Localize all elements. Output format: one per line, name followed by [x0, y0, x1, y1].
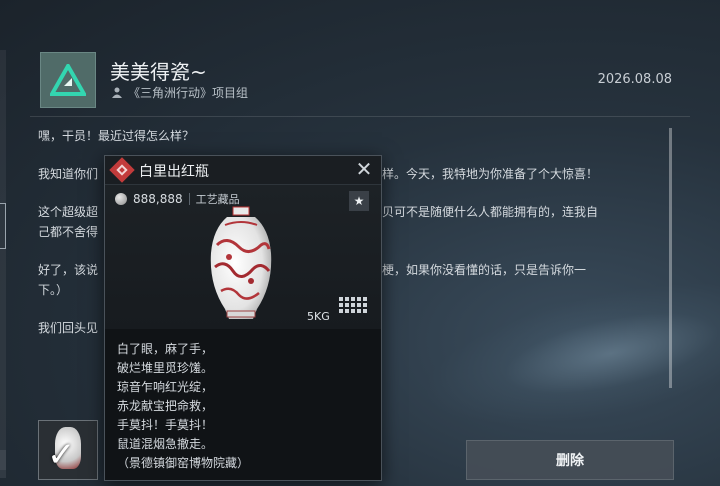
poem-line: 手莫抖！手莫抖！ — [117, 418, 214, 432]
poem-line: （景德镇御窑博物院藏） — [117, 456, 250, 470]
item-size-grid-icon — [339, 297, 367, 313]
delete-button[interactable]: 删除 — [466, 440, 674, 480]
mail-sender: 《三角洲行动》项目组 — [112, 84, 248, 101]
left-side-tab[interactable] — [0, 450, 6, 478]
checkmark-icon: ✓ — [47, 435, 76, 475]
coin-icon — [115, 193, 127, 205]
vase-image — [210, 206, 272, 319]
left-selection-marker[interactable] — [0, 203, 6, 249]
left-side-strip — [0, 50, 6, 470]
poem-line: 鼠道混烟急撤走。 — [117, 437, 214, 451]
person-icon — [112, 87, 122, 98]
sender-logo — [40, 52, 96, 108]
mail-title: 美美得瓷~ — [110, 60, 207, 84]
star-icon[interactable]: ★ — [349, 191, 369, 211]
poem-line: 琼音乍响红光绽， — [117, 380, 214, 394]
header-divider — [30, 116, 690, 117]
item-name: 白里出红瓶 — [139, 164, 209, 180]
poem-line: 赤龙献宝把命救， — [117, 399, 214, 413]
item-detail-card: 白里出红瓶 ✕ 888,888 工艺藏品 ★ 5KG 白了眼，麻了手， 破烂堆里… — [104, 155, 382, 481]
poem-line: 白了眼，麻了手， — [117, 342, 214, 356]
close-icon[interactable]: ✕ — [353, 158, 375, 180]
mail-scrollbar[interactable] — [669, 128, 672, 388]
item-card-header: 白里出红瓶 ✕ — [105, 156, 381, 185]
item-weight: 5KG — [307, 310, 330, 323]
sender-name: 《三角洲行动》项目组 — [128, 86, 249, 100]
mail-date: 2026.08.08 — [597, 72, 672, 87]
delta-triangle-logo-icon — [50, 64, 86, 96]
message-line: 嘿，干员！最近过得怎么样？ — [38, 129, 195, 143]
item-preview: 888,888 工艺藏品 ★ 5KG — [105, 185, 381, 329]
poem-line: 破烂堆里觅珍馐。 — [117, 361, 214, 375]
item-description: 白了眼，麻了手， 破烂堆里觅珍馐。 琼音乍响红光绽， 赤龙献宝把命救， 手莫抖！… — [117, 340, 249, 473]
attachment-slot[interactable]: ✓ — [38, 420, 98, 480]
item-price: 888,888 — [133, 192, 183, 206]
price-separator — [188, 193, 190, 205]
